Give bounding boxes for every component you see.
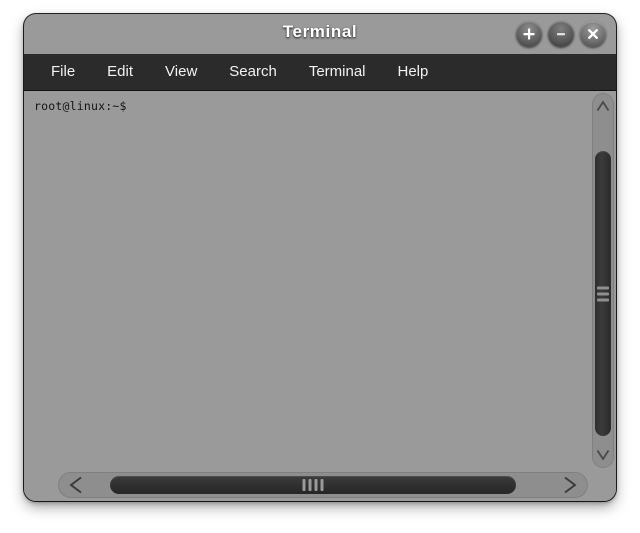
desktop-background: Terminal File Edit View Search Terminal …: [0, 0, 640, 533]
window-controls: [516, 21, 606, 47]
menu-item-search[interactable]: Search: [216, 60, 290, 84]
title-bar[interactable]: Terminal: [24, 14, 616, 54]
terminal-screen[interactable]: root@linux:~$: [24, 91, 590, 470]
vertical-thumb-grip: [597, 286, 609, 301]
terminal-body: root@linux:~$: [24, 91, 616, 501]
minus-icon: [557, 33, 565, 36]
terminal-window: Terminal File Edit View Search Terminal …: [24, 14, 616, 501]
maximize-button[interactable]: [516, 21, 542, 47]
horizontal-thumb-grip: [302, 479, 324, 491]
horizontal-scroll-thumb[interactable]: [110, 476, 516, 494]
horizontal-scrollbar[interactable]: [58, 472, 588, 498]
menu-item-help[interactable]: Help: [385, 60, 442, 84]
close-button[interactable]: [580, 21, 606, 47]
scroll-down-button[interactable]: [592, 444, 614, 466]
chevron-left-icon: [69, 476, 82, 494]
vertical-scroll-thumb[interactable]: [595, 151, 611, 436]
menu-item-terminal[interactable]: Terminal: [296, 60, 379, 84]
scroll-right-button[interactable]: [554, 472, 584, 498]
chevron-down-icon: [596, 450, 610, 461]
menu-item-file[interactable]: File: [38, 60, 88, 84]
menu-bar: File Edit View Search Terminal Help: [24, 54, 616, 91]
shell-prompt: root@linux:~$: [34, 99, 127, 113]
menu-item-edit[interactable]: Edit: [94, 60, 146, 84]
close-icon: [588, 29, 598, 39]
menu-item-view[interactable]: View: [152, 60, 210, 84]
chevron-right-icon: [564, 476, 577, 494]
plus-icon: [523, 28, 535, 40]
scroll-left-button[interactable]: [62, 472, 92, 498]
vertical-scrollbar[interactable]: [592, 93, 614, 468]
chevron-up-icon: [596, 100, 610, 111]
minimize-button[interactable]: [548, 21, 574, 47]
scroll-up-button[interactable]: [592, 95, 614, 117]
